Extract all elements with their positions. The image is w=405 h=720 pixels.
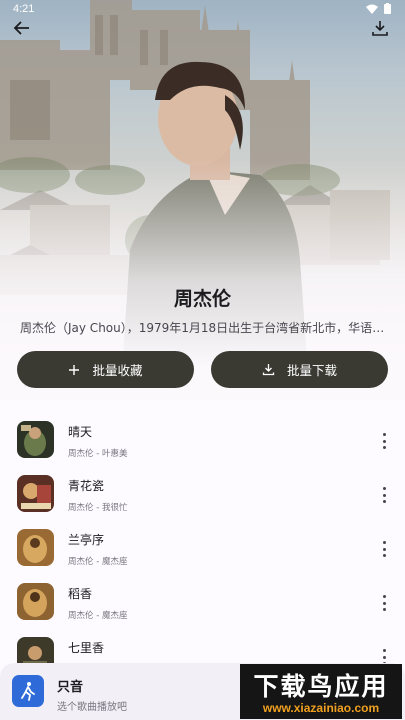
song-title: 七里香: [68, 641, 105, 655]
song-item[interactable]: 晴天 周杰伦 - 叶惠美: [0, 414, 405, 468]
watermark-logo: 下载鸟应用 www.xiazainiao.com: [240, 664, 402, 719]
batch-collect-label: 批量收藏: [92, 363, 143, 378]
album-cover: [17, 475, 54, 512]
wifi-icon: [366, 4, 378, 14]
more-vertical-icon[interactable]: [379, 433, 389, 449]
player-subtitle: 选个歌曲播放吧: [57, 702, 127, 713]
song-item[interactable]: 兰亭序 周杰伦 - 魔杰座: [0, 522, 405, 576]
batch-download-label: 批量下载: [286, 363, 337, 378]
batch-download-button[interactable]: 批量下载: [211, 351, 388, 388]
song-item[interactable]: 青花瓷 周杰伦 - 我很忙: [0, 468, 405, 522]
system-icons: [366, 3, 391, 14]
song-subtitle: 周杰伦 - 我很忙: [68, 503, 128, 513]
more-vertical-icon[interactable]: [379, 487, 389, 503]
download-icon: [372, 21, 388, 36]
back-button[interactable]: [10, 16, 34, 40]
app-logo-icon: [12, 675, 44, 707]
song-title: 青花瓷: [68, 479, 105, 493]
status-bar: 4:21: [0, 0, 405, 18]
arrow-left-icon: [13, 21, 29, 35]
song-subtitle: 周杰伦 - 魔杰座: [68, 611, 128, 621]
song-title: 稻香: [68, 587, 93, 601]
player-title: 只音: [57, 680, 84, 695]
song-subtitle: 周杰伦 - 叶惠美: [68, 449, 128, 459]
album-cover: [17, 583, 54, 620]
song-title: 晴天: [68, 425, 93, 439]
more-vertical-icon[interactable]: [379, 541, 389, 557]
more-vertical-icon[interactable]: [379, 595, 389, 611]
batch-collect-button[interactable]: 批量收藏: [17, 351, 194, 388]
battery-icon: [384, 3, 391, 14]
song-item[interactable]: 稻香 周杰伦 - 魔杰座: [0, 576, 405, 630]
artist-description[interactable]: 周杰伦（Jay Chou），1979年1月18日出生于台湾省新北市，华语流...: [20, 319, 388, 336]
artist-hero-image: [0, 0, 405, 400]
status-time: 4:21: [13, 3, 35, 15]
album-cover: [17, 529, 54, 566]
song-title: 兰亭序: [68, 533, 105, 547]
song-subtitle: 周杰伦 - 魔杰座: [68, 557, 128, 567]
watermark-title: 下载鸟应用: [253, 672, 389, 701]
song-list: 晴天 周杰伦 - 叶惠美 青花瓷 周杰伦 - 我很忙 兰亭序 周杰伦 - 魔杰座…: [0, 414, 405, 684]
watermark-url: www.xiazainiao.com: [262, 701, 380, 715]
album-cover: [17, 421, 54, 458]
plus-icon: [69, 364, 80, 375]
download-top-button[interactable]: [368, 16, 392, 40]
artist-name: 周杰伦: [173, 288, 231, 310]
download-icon: [262, 364, 275, 376]
